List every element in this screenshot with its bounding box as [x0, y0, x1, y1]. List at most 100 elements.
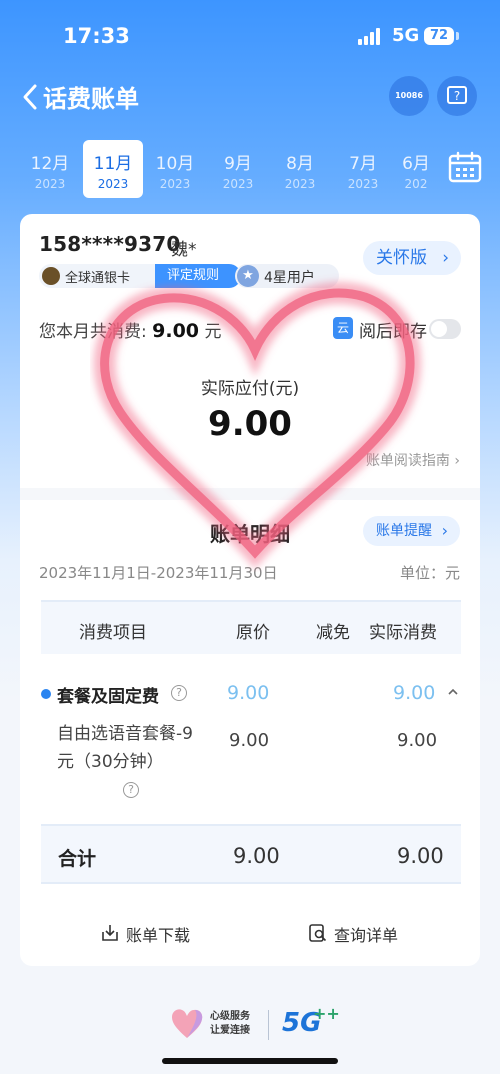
- tab-month-label: 12月: [30, 154, 70, 174]
- heart-logo-icon: [172, 1009, 203, 1038]
- monthly-consumption: 您本月共消费: 9.00 元: [39, 317, 221, 342]
- back-arrow-icon[interactable]: [20, 82, 42, 112]
- tab-month-label: 7月: [349, 154, 377, 174]
- header-actual: 实际消费: [369, 623, 437, 643]
- row-original-value: 9.00: [227, 682, 270, 704]
- star-icon: ★: [237, 265, 259, 287]
- tab-year-label: 2023: [222, 177, 254, 191]
- card-level-badge: 全球通银卡 评定规则: [39, 264, 241, 288]
- footer-branding: 心级服务 让爱连接 5G ++: [0, 1002, 500, 1052]
- chevron-right-icon: ›: [454, 453, 460, 469]
- actual-pay-amount: 9.00: [208, 404, 292, 444]
- calendar-icon[interactable]: [448, 151, 482, 183]
- tab-month-label: 11月: [93, 154, 133, 174]
- star-level-label: 4星用户: [264, 270, 315, 286]
- logo-5g-plus: ++: [313, 1004, 340, 1023]
- bill-guide-label: 账单阅读指南: [365, 453, 450, 469]
- bill-actions: 账单下载 查询详单: [20, 914, 480, 954]
- tab-month-label: 10月: [155, 154, 195, 174]
- user-name: 魏*: [171, 240, 197, 260]
- star-level-badge: ★ 4星用户: [235, 264, 339, 288]
- slogan-line-2: 让爱连接: [210, 1025, 250, 1036]
- care-mode-button[interactable]: 关怀版 ›: [363, 241, 461, 275]
- consume-amount: 9.00: [152, 320, 200, 342]
- page-title: 话费账单: [43, 85, 139, 113]
- status-time: 17:33: [63, 24, 130, 48]
- tab-month-label: 9月: [224, 154, 252, 174]
- currency-unit: 单位：元: [399, 564, 460, 582]
- bill-remind-label: 账单提醒: [376, 523, 432, 539]
- read-save-control: 云 阅后即存: [333, 317, 463, 342]
- tab-month-11[interactable]: 11月 2023: [83, 140, 143, 198]
- row-item-name: 自由选语音套餐-9元（30分钟）: [57, 724, 193, 772]
- table-header: 消费项目 原价 减免 实际消费: [41, 600, 461, 654]
- query-detail-label: 查询详单: [334, 926, 399, 945]
- question-icon[interactable]: ?: [123, 782, 139, 798]
- bullet-dot: [41, 689, 51, 699]
- help-icon: ?: [447, 86, 467, 104]
- read-save-toggle[interactable]: [429, 319, 461, 339]
- tab-month-8[interactable]: 8月 2023: [270, 140, 330, 198]
- table-row: 自由选语音套餐-9元（30分钟） ? 9.00 9.00: [41, 720, 461, 810]
- help-button[interactable]: ?: [437, 76, 477, 116]
- read-save-label: 阅后即存: [359, 322, 427, 342]
- total-actual-value: 9.00: [397, 844, 444, 868]
- consume-unit: 元: [204, 322, 222, 342]
- bill-card: 158****9370 魏* 关怀版 › 全球通银卡 评定规则 ★ 4星用户 您本…: [20, 214, 480, 966]
- card-level-label: 全球通银卡: [65, 271, 131, 286]
- tab-year-label: 2023: [34, 177, 66, 191]
- bill-guide-link[interactable]: 账单阅读指南 ›: [366, 450, 460, 470]
- battery-icon: 72: [424, 27, 454, 45]
- header-discount: 减免: [316, 623, 350, 643]
- tab-year-label: 2023: [97, 177, 129, 191]
- search-document-icon: [309, 924, 327, 942]
- chevron-right-icon: ›: [442, 248, 449, 268]
- tab-year-label: 202: [404, 177, 428, 191]
- header-item: 消费项目: [79, 623, 147, 643]
- tab-month-label: 8月: [286, 154, 314, 174]
- signal-icon: [358, 28, 384, 45]
- slogan-line-1: 心级服务: [210, 1011, 250, 1022]
- row-actual-value: 9.00: [397, 730, 438, 751]
- question-icon[interactable]: ?: [171, 685, 187, 701]
- bill-download-label: 账单下载: [126, 926, 191, 945]
- network-type: 5G: [392, 25, 420, 46]
- row-actual-value: 9.00: [393, 682, 436, 704]
- billing-period: 2023年11月1日-2023年11月30日: [39, 564, 278, 582]
- rating-rule-link[interactable]: 评定规则: [155, 264, 241, 288]
- tab-month-10[interactable]: 10月 2023: [145, 140, 205, 198]
- total-original-value: 9.00: [233, 844, 280, 868]
- phone-number: 158****9370: [39, 232, 181, 256]
- tab-year-label: 2023: [159, 177, 191, 191]
- service-10086-button[interactable]: 10086: [389, 76, 429, 116]
- consume-prefix: 您本月共消费:: [39, 322, 147, 342]
- total-row: 合计 9.00 9.00: [41, 824, 461, 884]
- section-divider: [20, 488, 480, 500]
- tab-year-label: 2023: [347, 177, 379, 191]
- header-original: 原价: [236, 623, 270, 643]
- battery-tip: [456, 32, 459, 40]
- tab-month-6[interactable]: 6月 202: [396, 140, 436, 198]
- total-label: 合计: [58, 848, 97, 870]
- chevron-right-icon: ›: [441, 521, 448, 540]
- tab-month-9[interactable]: 9月 2023: [208, 140, 268, 198]
- footer-slogan: 心级服务 让爱连接: [210, 1010, 250, 1038]
- cloud-save-icon: 云: [333, 317, 353, 339]
- tab-year-label: 2023: [284, 177, 316, 191]
- tab-month-12[interactable]: 12月 2023: [20, 140, 80, 198]
- nav-bar: 话费账单 10086 ?: [0, 70, 500, 126]
- status-bar: 17:33 5G 72: [0, 0, 500, 70]
- download-icon: [102, 925, 118, 941]
- care-mode-label: 关怀版: [376, 248, 427, 268]
- month-tabs: 12月 2023 11月 2023 10月 2023 9月 2023 8月 2023 7月…: [20, 140, 490, 200]
- bill-remind-button[interactable]: 账单提醒 ›: [363, 516, 460, 546]
- table-row[interactable]: 套餐及固定费 ? 9.00 9.00: [41, 674, 461, 714]
- tab-month-7[interactable]: 7月 2023: [333, 140, 393, 198]
- home-indicator[interactable]: [162, 1058, 338, 1064]
- global-card-logo-icon: [42, 267, 60, 285]
- row-original-value: 9.00: [229, 730, 270, 751]
- chevron-up-icon[interactable]: [447, 686, 459, 698]
- actual-pay-label: 实际应付(元): [200, 379, 300, 399]
- tab-month-label: 6月: [402, 154, 430, 174]
- row-item-name: 套餐及固定费: [57, 687, 159, 707]
